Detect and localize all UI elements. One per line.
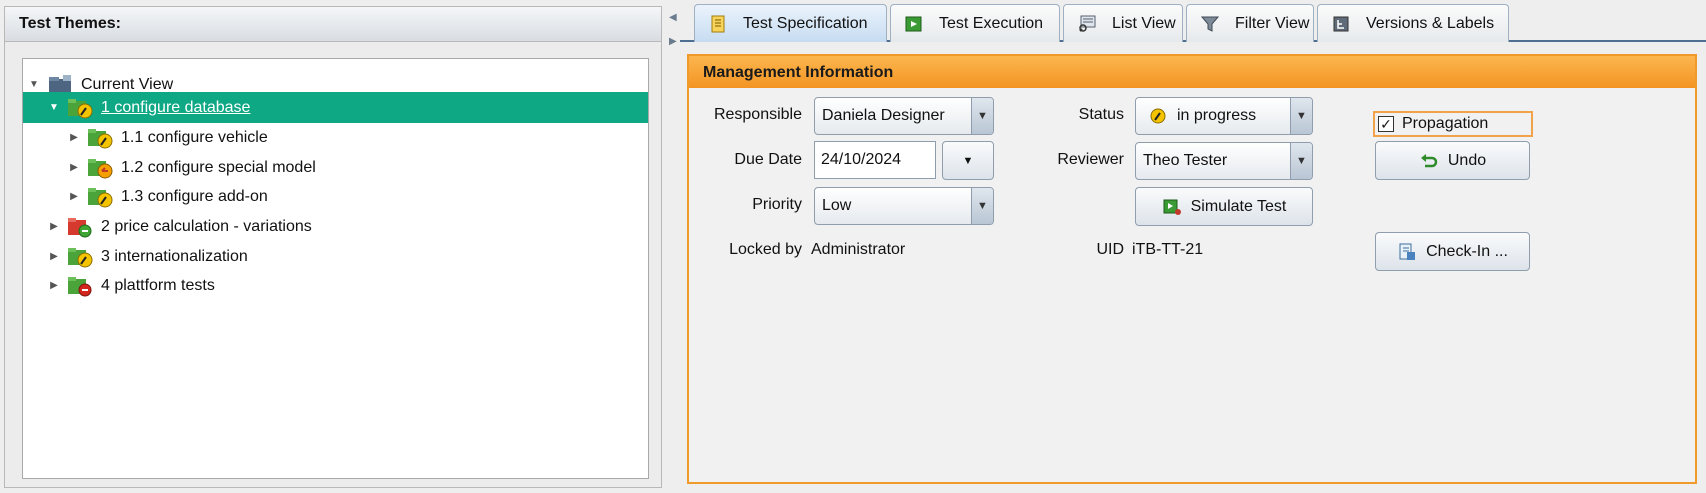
reviewer-dropdown[interactable]: Theo Tester ▼ [1135,142,1313,180]
tree-node-plattform-tests[interactable]: ▶ 4 plattform tests [23,270,648,301]
due-date-label: Due Date [734,151,802,168]
new-theme-icon [67,216,93,238]
check-in-icon [1397,243,1417,261]
tree-node-label: 2 price calculation - variations [101,217,312,235]
check-in-label: Check-In ... [1426,242,1508,260]
propagation-checkbox[interactable]: ✓ Propagation [1373,111,1533,137]
locked-by-value: Administrator [811,241,906,258]
expand-toggle-icon[interactable]: ▶ [67,191,81,202]
tab-label: Versions & Labels [1366,14,1495,32]
reviewer-label: Reviewer [1057,151,1124,168]
in-progress-theme-icon [87,186,113,208]
management-information-title: Management Information [689,56,1695,88]
chevron-down-icon[interactable]: ▼ [971,188,993,224]
responsible-dropdown[interactable]: Daniela Designer ▼ [814,97,994,135]
expand-toggle-icon[interactable]: ▶ [47,251,61,262]
undo-button[interactable]: Undo [1375,141,1530,180]
tree-node-configure-special-model[interactable]: ▶ 1.2 configure special model [23,152,648,183]
in-progress-icon [1149,107,1167,125]
test-themes-tree[interactable]: ▼ Current View ▼ 1 configure database ▶ … [22,58,649,479]
tab-label: List View [1112,14,1176,32]
due-date-field[interactable]: 24/10/2024 [814,141,936,179]
tab-test-specification[interactable]: Test Specification [694,4,887,42]
tree-node-label: 3 internationalization [101,247,248,265]
tab-label: Filter View [1235,14,1310,32]
locked-by-label: Locked by [729,241,802,258]
specification-icon [709,15,727,33]
expand-toggle-icon[interactable]: ▼ [27,79,41,90]
reviewer-value: Theo Tester [1143,152,1228,169]
tree-node-configure-add-on[interactable]: ▶ 1.3 configure add-on [23,181,648,212]
priority-label: Priority [752,196,802,213]
status-dropdown[interactable]: in progress ▼ [1135,97,1313,135]
in-progress-theme-icon [67,97,93,119]
tab-list-view[interactable]: List View [1063,4,1183,42]
tree-node-label: 4 plattform tests [101,276,215,294]
uid-label: UID [1096,241,1124,258]
expand-toggle-icon[interactable]: ▶ [67,132,81,143]
status-label: Status [1078,106,1124,123]
expand-toggle-icon[interactable]: ▶ [47,280,61,291]
propagation-label: Propagation [1402,115,1489,132]
tree-node-label: 1 configure database [101,98,251,116]
expand-toggle-icon[interactable]: ▶ [67,162,81,173]
test-themes-title: Test Themes: [5,7,661,42]
undo-label: Undo [1447,151,1487,169]
tree-node-label: 1.1 configure vehicle [121,128,268,146]
tree-node-configure-database[interactable]: ▼ 1 configure database [23,92,648,123]
tree-node-label: 1.2 configure special model [121,158,316,176]
date-picker-button[interactable]: ▼ [942,141,994,180]
versions-icon [1332,15,1350,33]
list-view-icon [1078,15,1096,33]
expand-toggle-icon[interactable]: ▼ [47,102,61,113]
tab-versions-labels[interactable]: Versions & Labels [1317,4,1509,42]
priority-dropdown[interactable]: Low ▼ [814,187,994,225]
responsible-label: Responsible [713,106,802,123]
collapse-panel-icon[interactable]: ◀ ▶ [669,12,677,48]
tree-node-internationalization[interactable]: ▶ 3 internationalization [23,241,648,272]
check-in-button[interactable]: Check-In ... [1375,232,1530,271]
responsible-value: Daniela Designer [822,107,945,124]
test-themes-panel: Test Themes: ▼ Current View ▼ 1 configur… [4,6,662,488]
status-value: in progress [1177,107,1257,124]
tab-filter-view[interactable]: Filter View [1186,4,1314,42]
tab-bar: Test Specification Test Execution List V… [680,4,1706,42]
priority-value: Low [822,197,852,214]
tab-test-execution[interactable]: Test Execution [890,4,1060,42]
simulate-test-button[interactable]: Simulate Test [1135,187,1313,226]
tab-label: Test Specification [743,14,868,32]
chevron-down-icon: ▼ [962,154,974,167]
tree-node-configure-vehicle[interactable]: ▶ 1.1 configure vehicle [23,122,648,153]
in-progress-theme-icon [67,246,93,268]
checkmark-icon[interactable]: ✓ [1378,116,1394,132]
simulate-test-icon [1162,198,1182,216]
simulate-test-label: Simulate Test [1190,197,1287,215]
tab-label: Test Execution [939,14,1044,32]
chevron-down-icon[interactable]: ▼ [1290,143,1312,179]
undo-icon [1419,152,1439,170]
blocked-theme-icon [67,275,93,297]
management-information-panel: Management Information Responsible Danie… [687,54,1697,484]
in-progress-theme-icon [87,127,113,149]
chevron-down-icon[interactable]: ▼ [1290,98,1312,134]
uid-value: iTB-TT-21 [1132,241,1204,258]
execution-icon [905,15,923,33]
tree-node-label: 1.3 configure add-on [121,187,268,205]
tree-node-label: Current View [81,75,174,93]
review-theme-icon [87,157,113,179]
tree-node-price-calculation[interactable]: ▶ 2 price calculation - variations [23,211,648,242]
filter-icon [1200,15,1220,33]
expand-toggle-icon[interactable]: ▶ [47,221,61,232]
